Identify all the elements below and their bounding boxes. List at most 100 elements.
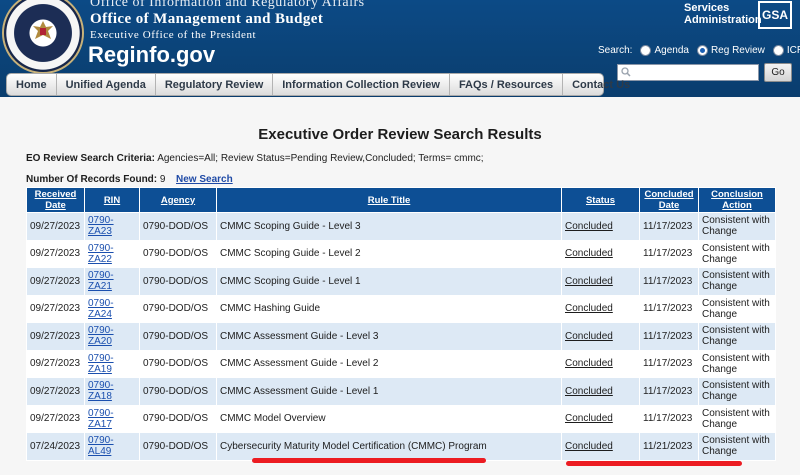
omb-line: Office of Management and Budget: [90, 11, 324, 27]
site-header: Office of Information and Regulatory Aff…: [0, 0, 800, 97]
agency-line: Office of Information and Regulatory Aff…: [90, 0, 365, 10]
main-content: Executive Order Review Search Results EO…: [0, 97, 800, 475]
status-link[interactable]: Concluded: [561, 212, 640, 241]
agency-cell: 0790-DOD/OS: [139, 322, 217, 351]
rin-link[interactable]: 0790-ZA18: [84, 377, 140, 406]
agency-cell: 0790-DOD/OS: [139, 239, 217, 268]
status-link[interactable]: Concluded: [561, 239, 640, 268]
rin-link[interactable]: 0790-ZA24: [84, 294, 140, 323]
table-row: 09/27/2023 0790-ZA23 0790-DOD/OS CMMC Scopi…: [26, 212, 776, 241]
status-link[interactable]: Concluded: [561, 267, 640, 296]
table-row: 09/27/2023 0790-ZA17 0790-DOD/OS CMMC Model…: [26, 404, 776, 433]
rule-title-cell: CMMC Assessment Guide - Level 2: [216, 349, 562, 378]
conclusion-action-cell: Consistent with Change: [698, 212, 776, 241]
received-date-cell: 09/27/2023: [26, 404, 85, 433]
main-nav: Home Unified Agenda Regulatory Review In…: [6, 73, 630, 96]
rule-title-cell: CMMC Scoping Guide - Level 1: [216, 267, 562, 296]
nav-contact-us[interactable]: Contact Us: [563, 74, 639, 95]
received-date-cell: 09/27/2023: [26, 294, 85, 323]
conclusion-action-cell: Consistent with Change: [698, 322, 776, 351]
agency-cell: 0790-DOD/OS: [139, 294, 217, 323]
col-rin[interactable]: RIN: [84, 187, 140, 213]
search-label: Search:: [598, 44, 633, 56]
rin-link[interactable]: 0790-ZA23: [84, 212, 140, 241]
table-row: 09/27/2023 0790-ZA21 0790-DOD/OS CMMC Scopi…: [26, 267, 776, 296]
nav-faqs-resources[interactable]: FAQs / Resources: [450, 74, 564, 95]
col-concluded-date[interactable]: Concluded Date: [639, 187, 699, 213]
criteria-value: Agencies=All; Review Status=Pending Revi…: [157, 153, 484, 164]
rin-link[interactable]: 0790-ZA21: [84, 267, 140, 296]
agenda-radio-label: Agenda: [654, 44, 689, 56]
concluded-date-cell: 11/17/2023: [639, 294, 699, 323]
nav-unified-agenda[interactable]: Unified Agenda: [57, 74, 156, 95]
rule-title-cell: Cybersecurity Maturity Model Certificati…: [216, 432, 562, 461]
nav-regulatory-review[interactable]: Regulatory Review: [156, 74, 274, 95]
rule-title-cell: CMMC Assessment Guide - Level 3: [216, 322, 562, 351]
status-link[interactable]: Concluded: [561, 322, 640, 351]
rule-title-cell: CMMC Hashing Guide: [216, 294, 562, 323]
received-date-cell: 09/27/2023: [26, 267, 85, 296]
status-link[interactable]: Concluded: [561, 432, 640, 461]
rule-title-cell: CMMC Model Overview: [216, 404, 562, 433]
records-found: Number Of Records Found: 9: [26, 174, 165, 185]
icr-radio[interactable]: [772, 44, 784, 56]
concluded-date-cell: 11/21/2023: [639, 432, 699, 461]
received-date-cell: 09/27/2023: [26, 322, 85, 351]
page-title: Executive Order Review Search Results: [258, 126, 542, 143]
concluded-date-cell: 11/17/2023: [639, 377, 699, 406]
col-received-date[interactable]: Received Date: [26, 187, 85, 213]
concluded-date-cell: 11/17/2023: [639, 267, 699, 296]
rin-link[interactable]: 0790-ZA19: [84, 349, 140, 378]
conclusion-action-cell: Consistent with Change: [698, 404, 776, 433]
gsa-text-line-1: Services: [684, 2, 730, 14]
concluded-date-cell: 11/17/2023: [639, 322, 699, 351]
go-button[interactable]: Go: [764, 63, 792, 82]
eop-line: Executive Office of the President: [90, 29, 257, 41]
search-criteria: EO Review Search Criteria: Agencies=All;…: [26, 153, 484, 164]
gsa-text-line-2: Administration: [684, 14, 762, 26]
concluded-date-cell: 11/17/2023: [639, 212, 699, 241]
nav-information-collection-review[interactable]: Information Collection Review: [273, 74, 450, 95]
records-count: 9: [159, 174, 166, 185]
table-row: 07/24/2023 0790-AL49 0790-DOD/OS Cybersecur…: [26, 432, 776, 461]
rin-link[interactable]: 0790-ZA17: [84, 404, 140, 433]
status-link[interactable]: Concluded: [561, 294, 640, 323]
table-row: 09/27/2023 0790-ZA19 0790-DOD/OS CMMC Asses…: [26, 349, 776, 378]
eagle-icon: [33, 21, 53, 39]
status-link[interactable]: Concluded: [561, 377, 640, 406]
col-rule-title[interactable]: Rule Title: [216, 187, 562, 213]
reg-review-radio[interactable]: [696, 44, 708, 56]
col-conclusion-action[interactable]: Conclusion Action: [698, 187, 776, 213]
agency-cell: 0790-DOD/OS: [139, 432, 217, 461]
conclusion-action-cell: Consistent with Change: [698, 349, 776, 378]
agency-cell: 0790-DOD/OS: [139, 267, 217, 296]
table-row: 09/27/2023 0790-ZA24 0790-DOD/OS CMMC Hashi…: [26, 294, 776, 323]
rule-title-cell: CMMC Scoping Guide - Level 3: [216, 212, 562, 241]
rin-link[interactable]: 0790-AL49: [84, 432, 140, 461]
rule-title-cell: CMMC Scoping Guide - Level 2: [216, 239, 562, 268]
records-label: Number Of Records Found:: [26, 174, 158, 185]
received-date-cell: 09/27/2023: [26, 212, 85, 241]
icr-radio-label: ICR: [786, 44, 800, 56]
table-row: 09/27/2023 0790-ZA22 0790-DOD/OS CMMC Scopi…: [26, 239, 776, 268]
agency-cell: 0790-DOD/OS: [139, 377, 217, 406]
concluded-date-cell: 11/17/2023: [639, 239, 699, 268]
agenda-radio[interactable]: [640, 44, 652, 56]
rin-link[interactable]: 0790-ZA22: [84, 239, 140, 268]
status-link[interactable]: Concluded: [561, 404, 640, 433]
nav-home[interactable]: Home: [7, 74, 57, 95]
conclusion-action-cell: Consistent with Change: [698, 377, 776, 406]
conclusion-action-cell: Consistent with Change: [698, 239, 776, 268]
gsa-logo[interactable]: GSA: [758, 1, 792, 29]
status-link[interactable]: Concluded: [561, 349, 640, 378]
col-status[interactable]: Status: [561, 187, 640, 213]
conclusion-action-cell: Consistent with Change: [698, 432, 776, 461]
new-search-link[interactable]: New Search: [176, 174, 233, 185]
rin-link[interactable]: 0790-ZA20: [84, 322, 140, 351]
table-row: 09/27/2023 0790-ZA20 0790-DOD/OS CMMC Asses…: [26, 322, 776, 351]
table-row: 09/27/2023 0790-ZA18 0790-DOD/OS CMMC Asses…: [26, 377, 776, 406]
gsa-text[interactable]: Services Administration: [684, 2, 762, 26]
col-agency[interactable]: Agency: [139, 187, 217, 213]
concluded-date-cell: 11/17/2023: [639, 404, 699, 433]
site-name[interactable]: Reginfo.gov: [88, 42, 215, 68]
